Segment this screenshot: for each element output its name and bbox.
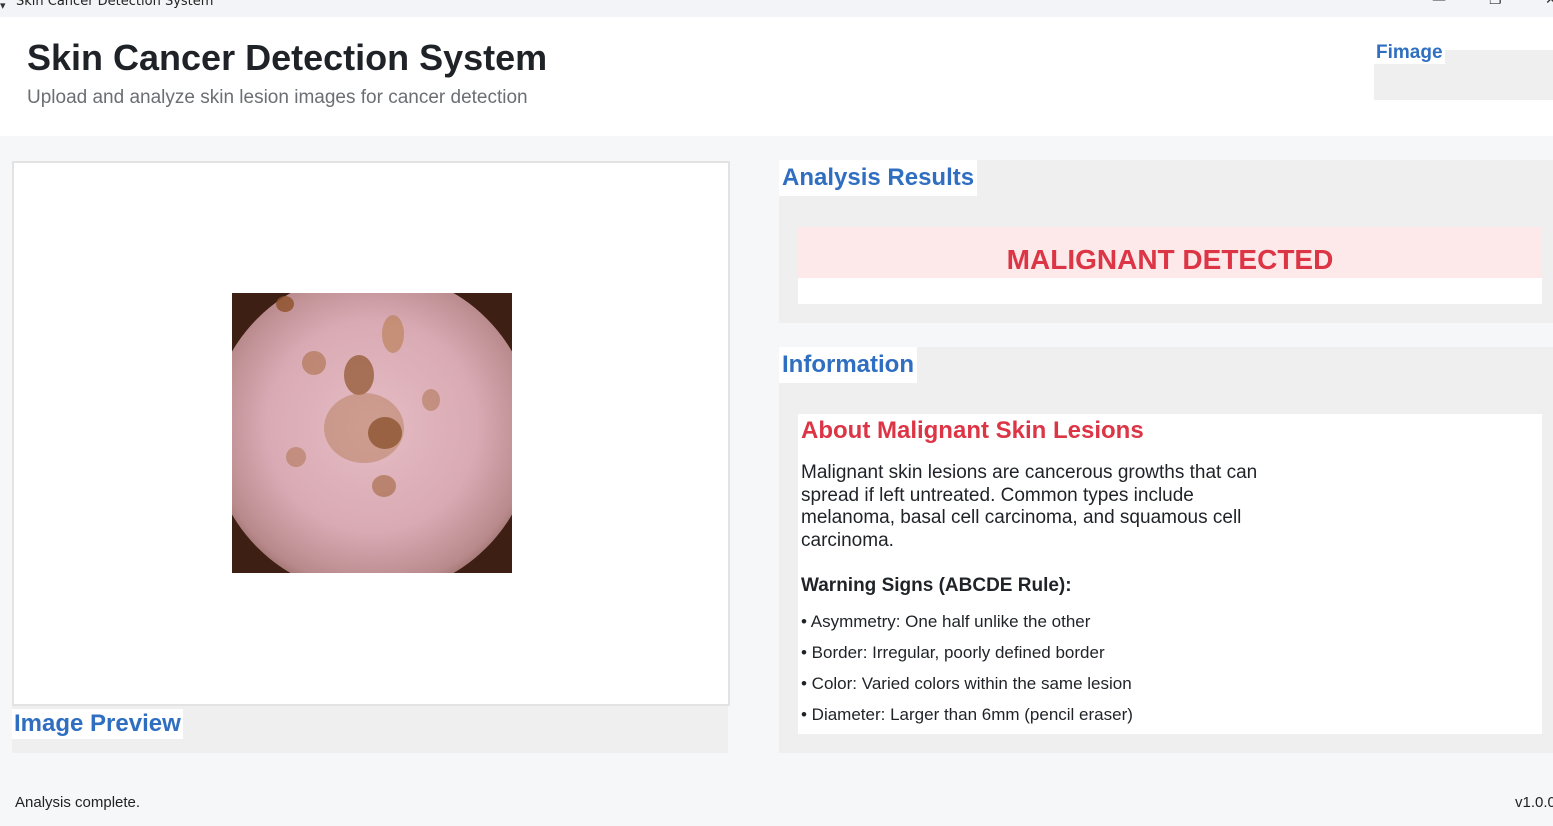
lesion-spot [422,389,440,411]
image-panel-label: Fimage [1374,42,1445,64]
app-header: Skin Cancer Detection System Upload and … [0,17,1553,136]
analysis-results-panel: Analysis Results MALIGNANT DETECTED [779,160,1553,323]
minimize-icon[interactable]: — [1432,0,1446,8]
lesion-spot [302,351,326,375]
lesion-spot [324,393,404,463]
info-description: Malignant skin lesions are cancerous gro… [801,462,1258,551]
window-title: Skin Cancer Detection System [16,0,214,9]
window-title-bar: ▾ Skin Cancer Detection System — ❐ ✕ [0,0,1553,17]
skin-lesion-image [232,293,512,573]
version-label: v1.0.0 [1515,794,1553,811]
lesion-spot [344,355,374,395]
page-subtitle: Upload and analyze skin lesion images fo… [27,87,528,108]
information-label: Information [779,347,917,383]
close-icon[interactable]: ✕ [1545,0,1553,8]
list-item: • Asymmetry: One half unlike the other [801,612,1091,631]
info-heading: About Malignant Skin Lesions [801,417,1144,444]
list-item: • Color: Varied colors within the same l… [801,674,1132,693]
lesion-spot [372,475,396,497]
lesion-spot [276,296,294,312]
maximize-icon[interactable]: ❐ [1489,0,1502,8]
lesion-spot [286,447,306,467]
warning-signs-list: • Asymmetry: One half unlike the other •… [801,611,1133,735]
image-preview-section: Image Preview [12,706,728,753]
image-panel-header: Fimage [1374,42,1553,100]
result-box: MALIGNANT DETECTED [798,227,1542,304]
lesion-spot [382,315,404,353]
image-preview-canvas [12,161,730,706]
list-item: • Diameter: Larger than 6mm (pencil eras… [801,705,1133,724]
list-item: • Border: Irregular, poorly defined bord… [801,643,1105,662]
analysis-results-label: Analysis Results [779,160,978,196]
information-box: About Malignant Skin Lesions Malignant s… [798,414,1542,734]
status-message: Analysis complete. [15,794,141,811]
app-icon: ▾ [0,0,6,12]
image-preview-label: Image Preview [12,709,183,739]
information-panel: Information About Malignant Skin Lesions… [779,347,1553,753]
verdict-banner: MALIGNANT DETECTED [798,227,1542,278]
page-title: Skin Cancer Detection System [27,37,548,78]
warning-signs-title: Warning Signs (ABCDE Rule): [801,575,1072,596]
